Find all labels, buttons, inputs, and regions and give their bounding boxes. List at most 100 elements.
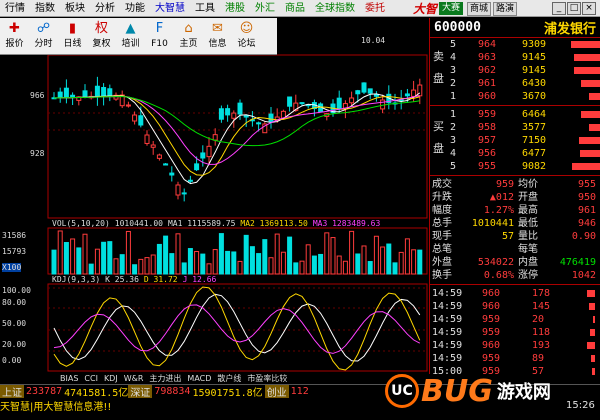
menu-5[interactable]: 大智慧 bbox=[150, 0, 190, 17]
bid-row[interactable]: 4 956 6477 bbox=[430, 147, 600, 160]
tool-5[interactable]: F F10 bbox=[145, 18, 174, 55]
tab-7[interactable]: 市盈率比较 bbox=[247, 374, 287, 384]
tick-volume: 118 bbox=[532, 327, 551, 338]
tick-bar bbox=[591, 355, 595, 362]
tool-8[interactable]: ☺ 论坛 bbox=[232, 18, 261, 55]
roadshow-button[interactable]: 路演 bbox=[493, 1, 518, 16]
vol-axis-unit: X100 bbox=[2, 263, 22, 272]
menu-9[interactable]: 商品 bbox=[280, 0, 310, 17]
sh-amount: 4741581.5亿 bbox=[64, 388, 129, 398]
sz-label: 深证 bbox=[128, 385, 153, 398]
volume-bar bbox=[573, 67, 600, 74]
volume: 9082 bbox=[522, 161, 547, 172]
tool-6[interactable]: ⌂ 主页 bbox=[174, 18, 203, 55]
stat-label: 总笔 bbox=[432, 244, 452, 255]
tab-2[interactable]: KDJ bbox=[104, 374, 118, 384]
ask-row[interactable]: 3 962 9145 bbox=[430, 64, 600, 77]
volume-bar bbox=[581, 111, 600, 118]
watermark-cn: 游戏网 bbox=[496, 382, 551, 403]
price: 964 bbox=[478, 39, 497, 50]
menu-10[interactable]: 全球指数 bbox=[310, 0, 360, 17]
vol-legend-ma1: MA1 1115589.75 bbox=[167, 219, 236, 228]
stats-table: 成交 959 均价 955 升跌 ▲012 开盘 950 幅度 1.27% 最高 961 总手 10104… bbox=[430, 178, 600, 282]
menu-11[interactable]: 委托 bbox=[360, 0, 390, 17]
tool-3[interactable]: 权复权 bbox=[87, 18, 116, 55]
tool-2[interactable]: ▮ 日线 bbox=[58, 18, 87, 55]
tool-icon-7: ✉ bbox=[212, 21, 223, 36]
quote-panel: 600000 浦发银行 5 964 9309 4 963 9145 3 962 9145 2 961… bbox=[429, 18, 600, 377]
menu-1[interactable]: 指数 bbox=[30, 0, 60, 17]
tab-1[interactable]: CCI bbox=[84, 374, 98, 384]
menu-2[interactable]: 板块 bbox=[60, 0, 90, 17]
tick-row: 14:59 960 145 bbox=[430, 300, 600, 313]
menu-3[interactable]: 分析 bbox=[90, 0, 120, 17]
tab-5[interactable]: MACD bbox=[187, 374, 211, 384]
tab-3[interactable]: W&R bbox=[124, 374, 144, 384]
menu-7[interactable]: 港股 bbox=[220, 0, 250, 17]
price: 956 bbox=[478, 148, 497, 159]
tab-6[interactable]: 散户线 bbox=[217, 374, 241, 384]
sz-amount: 15901751.8亿 bbox=[192, 388, 263, 398]
tool-0[interactable]: ✚ 报价 bbox=[0, 18, 29, 55]
stat-value2: 955 bbox=[577, 179, 596, 190]
bid-row[interactable]: 5 955 9082 bbox=[430, 160, 600, 173]
chart-area: 966 928 10.04 31586 15793 X100 VOL(5,10,… bbox=[0, 18, 428, 374]
kdj-legend-d: D 31.72 bbox=[143, 275, 178, 284]
tool-4[interactable]: ▲ 培训 bbox=[116, 18, 145, 55]
menu-6[interactable]: 工具 bbox=[190, 0, 220, 17]
ask-row[interactable]: 4 963 9145 bbox=[430, 51, 600, 64]
close-button[interactable]: × bbox=[582, 2, 596, 15]
maximize-button[interactable]: □ bbox=[567, 2, 581, 15]
kdj-legend: KDJ(9,3,3) K 25.36 D 31.72 J 12.66 bbox=[52, 275, 216, 284]
volume: 6477 bbox=[522, 148, 547, 159]
minimize-button[interactable]: _ bbox=[552, 2, 566, 15]
watermark-logo: UC bbox=[385, 374, 419, 408]
stat-value2: 0.90 bbox=[571, 231, 596, 242]
stat-label: 外盘 bbox=[432, 257, 452, 268]
cy-label: 创业 bbox=[264, 385, 289, 398]
ask-book: 5 964 9309 4 963 9145 3 962 9145 2 961 6430 1 960 3670… bbox=[430, 38, 600, 103]
price: 959 bbox=[478, 109, 497, 120]
mall-button[interactable]: 商城 bbox=[467, 1, 492, 16]
menu-0[interactable]: 行情 bbox=[0, 0, 30, 17]
tick-price: 960 bbox=[482, 288, 501, 299]
volume: 3670 bbox=[522, 91, 547, 102]
tool-icon-1: ☍ bbox=[36, 21, 51, 36]
tick-volume: 145 bbox=[532, 301, 551, 312]
stat-value: 534022 bbox=[477, 257, 514, 268]
stat-row: 现手 57 量比 0.90 bbox=[430, 230, 600, 243]
stat-label2: 每笔 bbox=[518, 244, 538, 255]
ask-row[interactable]: 5 964 9309 bbox=[430, 38, 600, 51]
kdj-axis-50: 50.00 bbox=[2, 319, 27, 328]
ask-row[interactable]: 2 961 6430 bbox=[430, 77, 600, 90]
contest-tag[interactable]: 大赛 bbox=[439, 2, 464, 15]
tab-4[interactable]: 主力进出 bbox=[149, 374, 181, 384]
tool-7[interactable]: ✉ 信息 bbox=[203, 18, 232, 55]
bid-row[interactable]: 3 957 7150 bbox=[430, 134, 600, 147]
bid-row[interactable]: 2 958 3577 bbox=[430, 121, 600, 134]
tool-label-6: 主页 bbox=[179, 39, 198, 49]
menu-4[interactable]: 功能 bbox=[120, 0, 150, 17]
menu-8[interactable]: 外汇 bbox=[250, 0, 280, 17]
volume: 9309 bbox=[522, 39, 547, 50]
marquee-text[interactable]: 天智慧|用大智慧信息港!! bbox=[0, 398, 111, 413]
sz-value: 798834 bbox=[154, 386, 191, 397]
bid-row[interactable]: 1 959 6464 bbox=[430, 108, 600, 121]
stock-header: 600000 浦发银行 bbox=[430, 18, 600, 38]
tool-icon-4: ▲ bbox=[125, 21, 136, 36]
stat-label2: 涨停 bbox=[518, 270, 538, 281]
tab-0[interactable]: BIAS bbox=[60, 374, 78, 384]
tick-row: 14:59 960 193 bbox=[430, 339, 600, 352]
vol-legend-ma3: MA3 1283489.63 bbox=[312, 219, 381, 228]
tool-icon-8: ☺ bbox=[239, 21, 254, 36]
tool-label-5: F10 bbox=[151, 39, 168, 49]
kline-chart[interactable] bbox=[0, 18, 428, 374]
level: 3 bbox=[450, 65, 457, 76]
stat-row: 成交 959 均价 955 bbox=[430, 178, 600, 191]
ask-row[interactable]: 1 960 3670 bbox=[430, 90, 600, 103]
sh-value: 233787 bbox=[26, 386, 63, 397]
tool-1[interactable]: ☍ 分时 bbox=[29, 18, 58, 55]
bid-side-label: 买 盘 bbox=[433, 120, 444, 155]
stat-value: 1010441 bbox=[471, 218, 514, 229]
volume: 6430 bbox=[522, 78, 547, 89]
